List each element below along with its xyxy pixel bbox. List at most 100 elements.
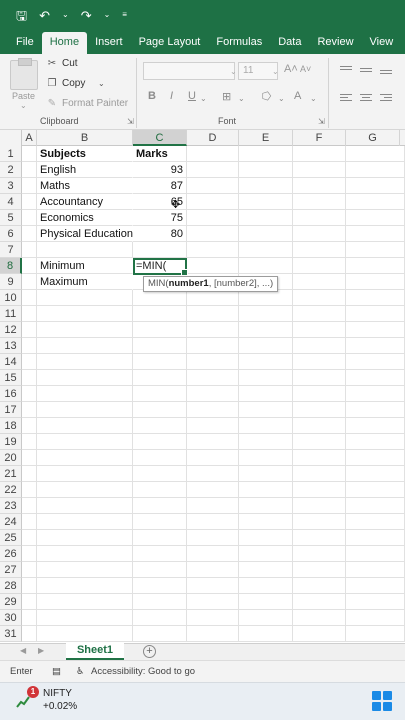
cell-e26[interactable]	[239, 546, 293, 562]
cell-g8[interactable]	[346, 258, 405, 274]
cell-e22[interactable]	[239, 482, 293, 498]
cell-f13[interactable]	[293, 338, 346, 354]
cell-e18[interactable]	[239, 418, 293, 434]
cell-b25[interactable]	[37, 530, 133, 546]
cell-g22[interactable]	[346, 482, 405, 498]
cell-a6[interactable]	[22, 226, 37, 242]
redo-icon[interactable]: ↷	[81, 9, 92, 22]
cell-e1[interactable]	[239, 146, 293, 162]
row-header[interactable]: 3	[0, 178, 22, 194]
cell-b27[interactable]	[37, 562, 133, 578]
cell-a25[interactable]	[22, 530, 37, 546]
cell-d7[interactable]	[187, 242, 239, 258]
cell-a16[interactable]	[22, 386, 37, 402]
cell-c3[interactable]: 87	[133, 178, 187, 194]
cell-f9[interactable]	[293, 274, 346, 290]
font-color-button[interactable]: A	[294, 90, 301, 102]
clipboard-launcher-icon[interactable]: ⇲	[127, 117, 134, 126]
row-header[interactable]: 23	[0, 498, 22, 514]
add-sheet-icon[interactable]: +	[143, 645, 156, 658]
cell-d21[interactable]	[187, 466, 239, 482]
tab-data[interactable]: Data	[270, 32, 309, 54]
next-sheet-icon[interactable]: ▶	[38, 646, 44, 655]
cell-e7[interactable]	[239, 242, 293, 258]
cell-d14[interactable]	[187, 354, 239, 370]
tab-page-layout[interactable]: Page Layout	[131, 32, 209, 54]
font-name-dropdown-icon[interactable]: ⌄	[230, 67, 237, 76]
cell-e8[interactable]	[239, 258, 293, 274]
cell-d15[interactable]	[187, 370, 239, 386]
cell-d8[interactable]	[187, 258, 239, 274]
prev-sheet-icon[interactable]: ◀	[20, 646, 26, 655]
cell-d22[interactable]	[187, 482, 239, 498]
tooltip-arg1[interactable]: number1	[169, 278, 209, 289]
cell-b17[interactable]	[37, 402, 133, 418]
cell-f8[interactable]	[293, 258, 346, 274]
cell-c7[interactable]	[133, 242, 187, 258]
cell-b10[interactable]	[37, 290, 133, 306]
italic-button[interactable]: I	[170, 90, 173, 102]
paste-dropdown-icon[interactable]: ⌄	[20, 101, 27, 110]
cell-a13[interactable]	[22, 338, 37, 354]
cell-b13[interactable]	[37, 338, 133, 354]
cell-a12[interactable]	[22, 322, 37, 338]
cell-e2[interactable]	[239, 162, 293, 178]
cell-f14[interactable]	[293, 354, 346, 370]
cell-g14[interactable]	[346, 354, 405, 370]
cell-d24[interactable]	[187, 514, 239, 530]
cell-b30[interactable]	[37, 610, 133, 626]
font-launcher-icon[interactable]: ⇲	[318, 117, 325, 126]
cell-f19[interactable]	[293, 434, 346, 450]
cell-a3[interactable]	[22, 178, 37, 194]
row-header[interactable]: 26	[0, 546, 22, 562]
cell-f23[interactable]	[293, 498, 346, 514]
cell-e6[interactable]	[239, 226, 293, 242]
cell-g24[interactable]	[346, 514, 405, 530]
cell-g12[interactable]	[346, 322, 405, 338]
cell-g2[interactable]	[346, 162, 405, 178]
cell-f7[interactable]	[293, 242, 346, 258]
cell-d25[interactable]	[187, 530, 239, 546]
cell-a26[interactable]	[22, 546, 37, 562]
underline-button[interactable]: U	[188, 90, 196, 102]
cell-b22[interactable]	[37, 482, 133, 498]
borders-dropdown-icon[interactable]: ⌄	[238, 94, 245, 103]
cell-g19[interactable]	[346, 434, 405, 450]
cell-a9[interactable]	[22, 274, 37, 290]
row-header[interactable]: 7	[0, 242, 22, 258]
row-header[interactable]: 5	[0, 210, 22, 226]
cell-a7[interactable]	[22, 242, 37, 258]
cell-g5[interactable]	[346, 210, 405, 226]
cell-d1[interactable]	[187, 146, 239, 162]
stock-chart-icon[interactable]	[16, 695, 30, 709]
cell-g4[interactable]	[346, 194, 405, 210]
cell-f21[interactable]	[293, 466, 346, 482]
customize-qat-icon[interactable]: ≡	[122, 11, 127, 19]
row-header[interactable]: 24	[0, 514, 22, 530]
cell-b21[interactable]	[37, 466, 133, 482]
cell-a14[interactable]	[22, 354, 37, 370]
undo-icon[interactable]: ↶	[39, 9, 50, 22]
cell-b20[interactable]	[37, 450, 133, 466]
cell-g17[interactable]	[346, 402, 405, 418]
row-header[interactable]: 21	[0, 466, 22, 482]
cell-b31[interactable]	[37, 626, 133, 642]
cell-c16[interactable]	[133, 386, 187, 402]
font-size-dropdown-icon[interactable]: ⌄	[272, 67, 279, 76]
cell-b6[interactable]: Physical Education	[37, 226, 133, 242]
cell-d19[interactable]	[187, 434, 239, 450]
cell-d11[interactable]	[187, 306, 239, 322]
cell-e24[interactable]	[239, 514, 293, 530]
cell-a10[interactable]	[22, 290, 37, 306]
cell-f12[interactable]	[293, 322, 346, 338]
cell-b18[interactable]	[37, 418, 133, 434]
cell-g27[interactable]	[346, 562, 405, 578]
row-header[interactable]: 27	[0, 562, 22, 578]
cell-f18[interactable]	[293, 418, 346, 434]
tab-file[interactable]: File	[0, 32, 42, 54]
cell-a8[interactable]	[22, 258, 37, 274]
tab-view[interactable]: View	[362, 32, 402, 54]
cell-a29[interactable]	[22, 594, 37, 610]
active-cell-c8[interactable]: =MIN(	[133, 258, 188, 276]
cell-g20[interactable]	[346, 450, 405, 466]
